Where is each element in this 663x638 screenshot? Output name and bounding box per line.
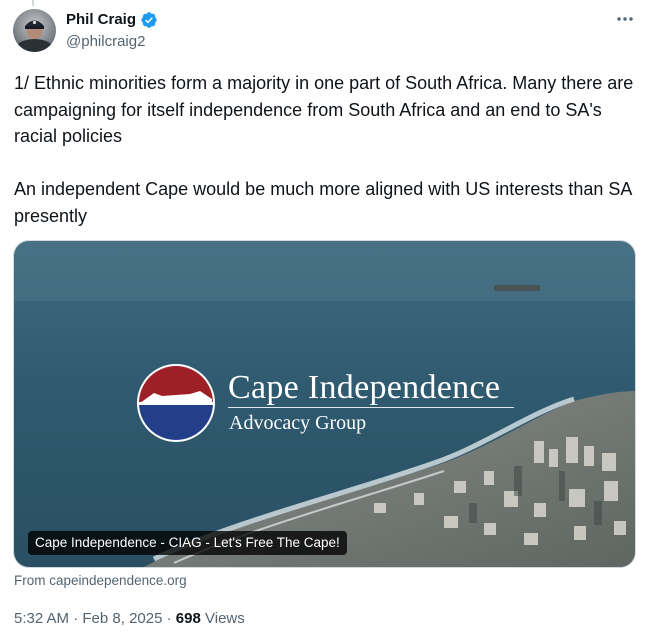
card-caption: Cape Independence - CIAG - Let's Free Th…: [28, 531, 347, 555]
verified-badge-icon: [140, 11, 158, 29]
tweet-text: 1/ Ethnic minorities form a majority in …: [14, 73, 634, 226]
tweet-date: Feb 8, 2025: [82, 610, 163, 627]
tweet-time: 5:32 AM: [14, 610, 70, 627]
tweet-meta: 5:32 AM · Feb 8, 2025 · 698 Views: [14, 609, 245, 629]
meta-separator: ·: [73, 610, 79, 627]
meta-separator: ·: [166, 610, 172, 627]
author-display-name[interactable]: Phil Craig: [66, 11, 136, 29]
ciag-logo-icon: [137, 364, 215, 442]
more-options-button[interactable]: [612, 8, 638, 30]
views-label: Views: [205, 610, 245, 627]
avatar[interactable]: [13, 9, 56, 52]
link-card-image[interactable]: Cape Independence Advocacy Group Cape In…: [13, 240, 636, 568]
author-handle[interactable]: @philcraig2: [66, 33, 145, 51]
views-count: 698: [175, 610, 201, 627]
avatar-photo: [15, 20, 54, 52]
thread-connector-line: [32, 0, 34, 6]
card-logo-title: Cape Independence: [228, 369, 501, 406]
more-horizontal-icon: [617, 17, 633, 21]
card-logo-divider: [228, 407, 514, 408]
card-source-link[interactable]: From capeindependence.org: [14, 572, 187, 590]
tweet-timestamp[interactable]: 5:32 AM · Feb 8, 2025: [14, 610, 162, 627]
card-logo-subtitle: Advocacy Group: [229, 412, 367, 434]
